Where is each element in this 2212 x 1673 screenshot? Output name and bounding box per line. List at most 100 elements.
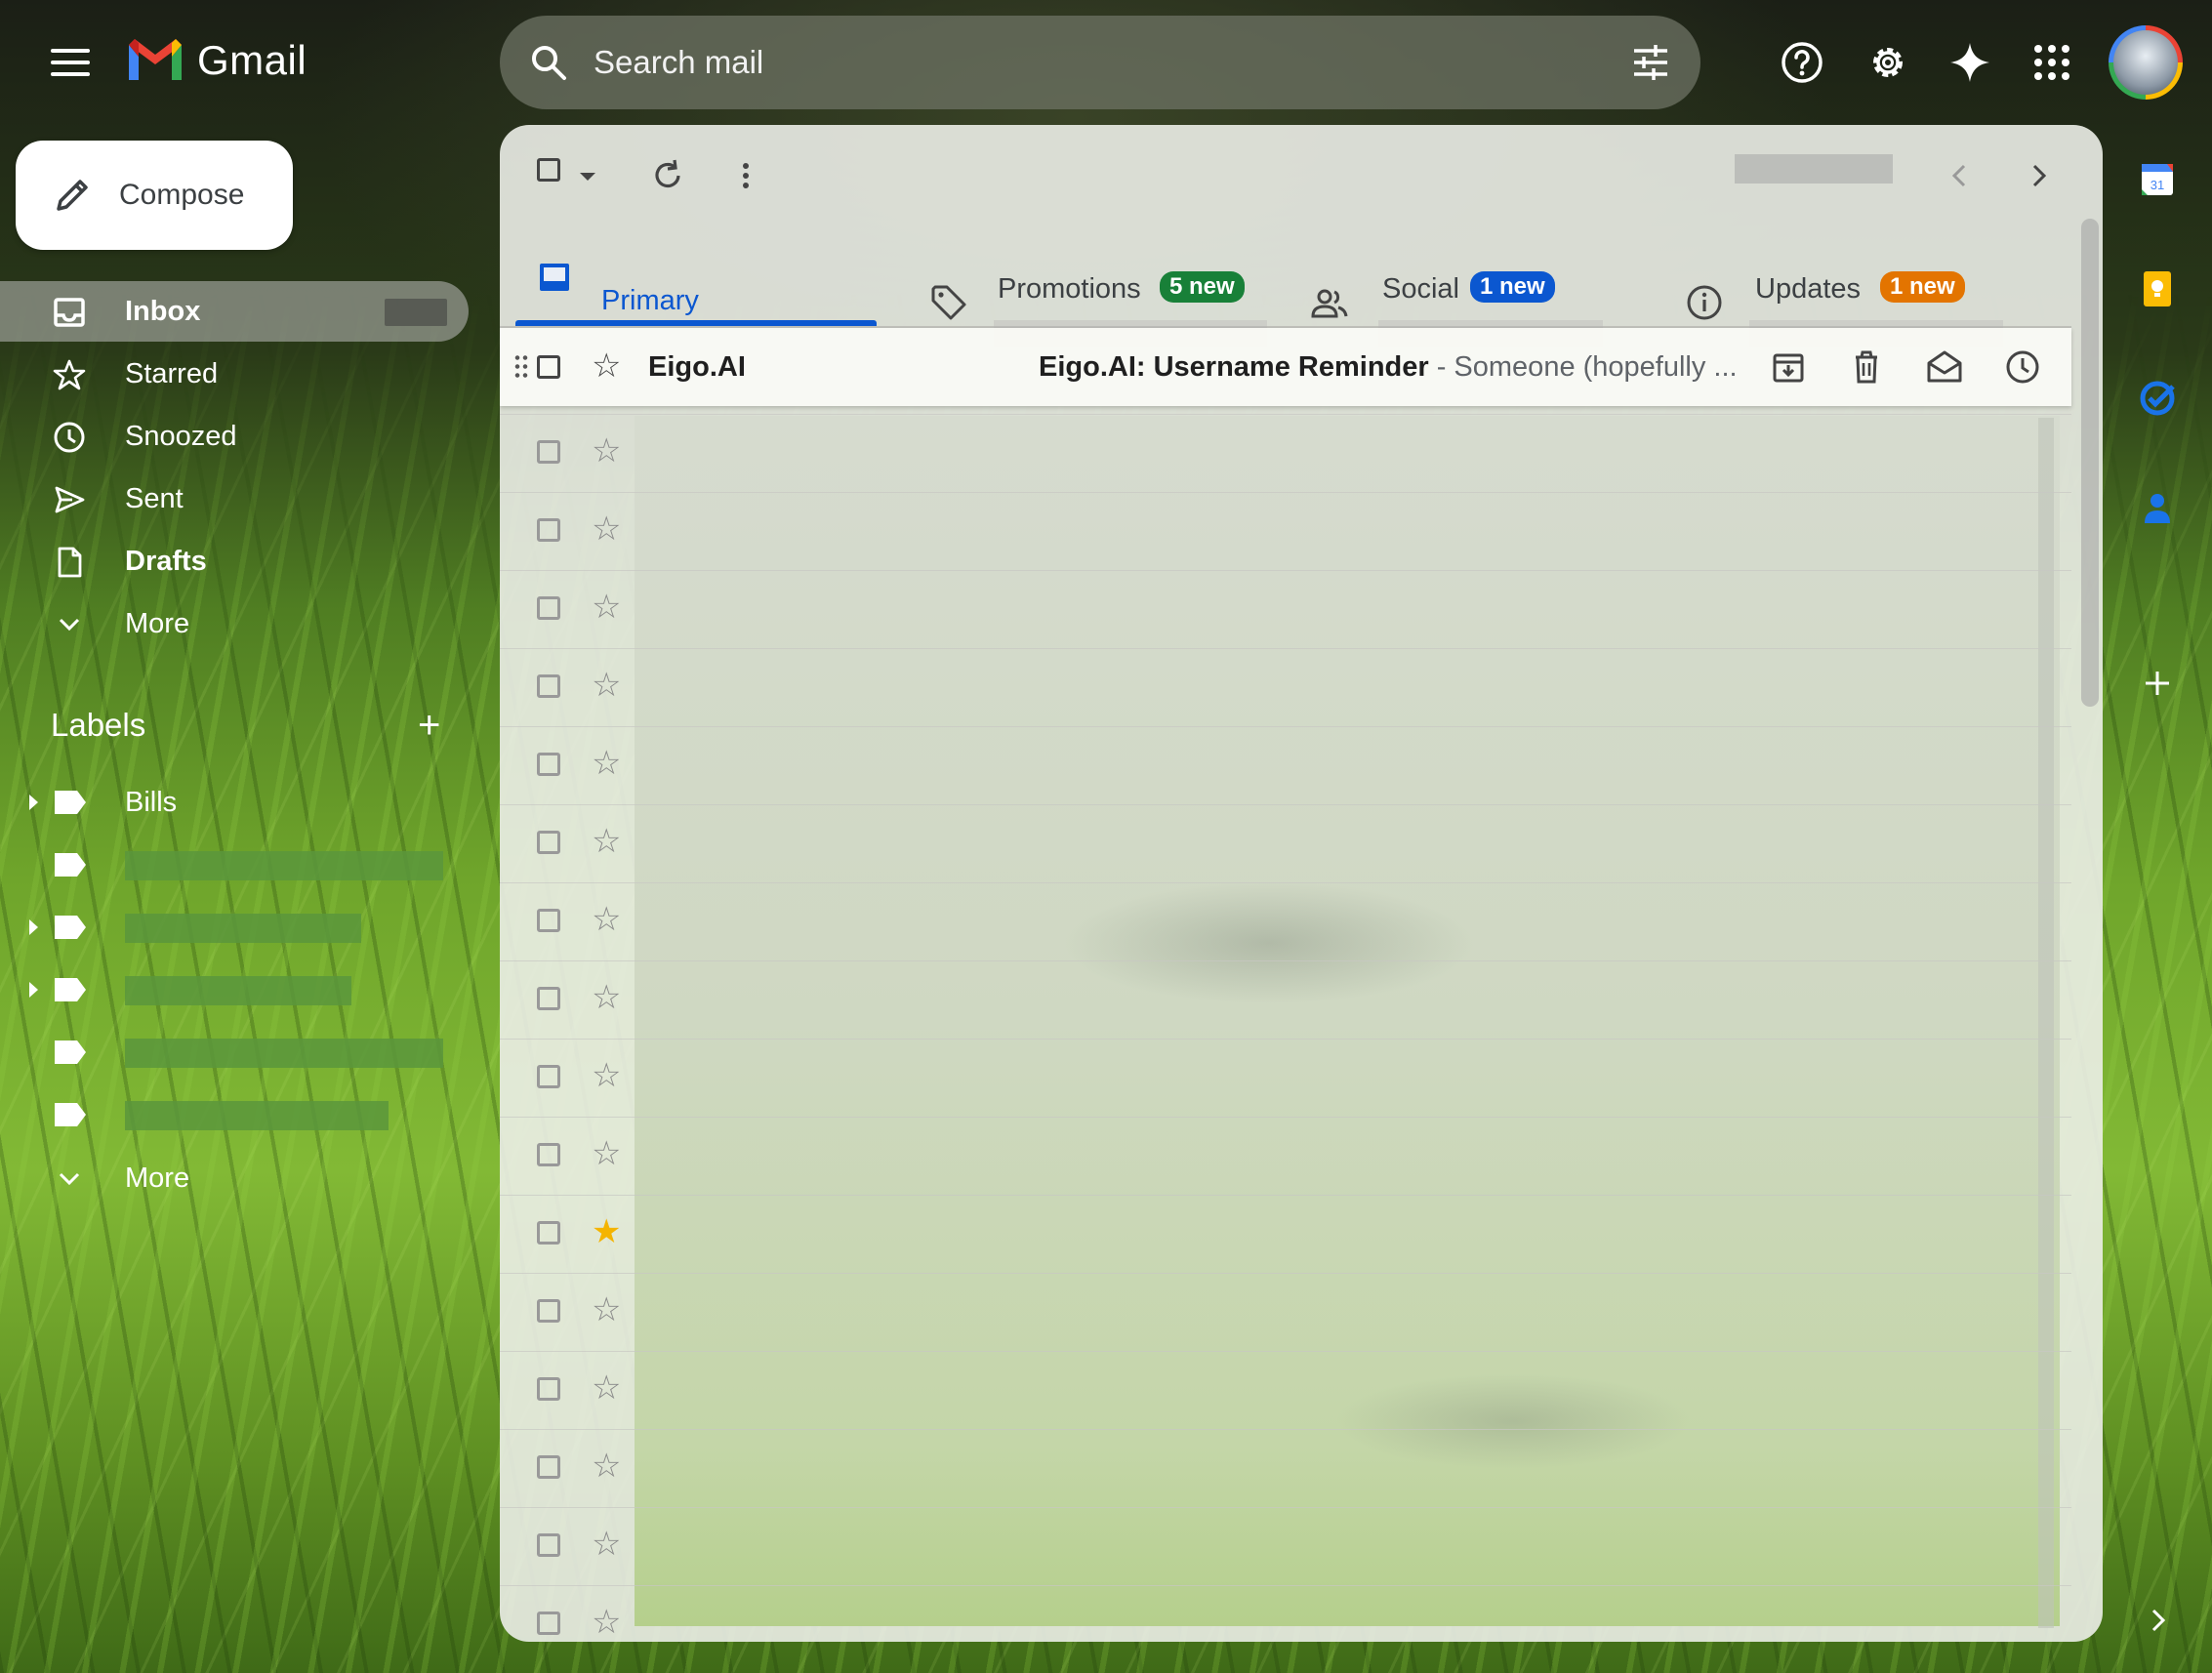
star-icon[interactable]: ☆ [592,1371,621,1405]
email-checkbox[interactable] [537,440,560,464]
chevron-down-icon [59,618,80,632]
email-row[interactable]: ★ [500,1195,2071,1274]
plus-icon[interactable]: + [418,706,440,745]
email-checkbox[interactable] [537,518,560,542]
main-menu-button[interactable] [45,43,96,82]
nav-item-sent[interactable]: Sent [0,469,469,529]
email-checkbox[interactable] [537,1221,560,1245]
email-row[interactable]: ☆ [500,570,2071,649]
search-icon [532,46,566,80]
apps-grid-icon[interactable] [2028,39,2075,86]
archive-icon[interactable] [1769,347,1808,387]
email-checkbox[interactable] [537,1533,560,1557]
star-icon[interactable]: ☆ [592,349,621,383]
expand-caret-icon[interactable] [29,919,38,935]
label-item-redacted[interactable] [0,1089,469,1144]
email-row[interactable]: ☆ [500,1273,2071,1352]
inbox-icon [540,264,569,291]
nav-item-drafts[interactable]: Drafts [0,531,469,592]
email-row[interactable]: ☆ [500,414,2071,493]
label-item-redacted[interactable] [0,964,469,1019]
label-item-redacted[interactable] [0,839,469,894]
email-checkbox[interactable] [537,1377,560,1401]
star-icon[interactable]: ☆ [592,1528,621,1561]
expand-caret-icon[interactable] [29,982,38,998]
star-icon[interactable]: ☆ [592,1606,621,1639]
settings-icon[interactable] [1864,39,1911,86]
email-checkbox[interactable] [537,1455,560,1479]
contacts-icon[interactable] [2138,488,2177,527]
star-icon[interactable]: ☆ [592,434,621,468]
star-icon[interactable]: ☆ [592,1293,621,1326]
plus-icon[interactable] [2138,664,2177,703]
labels-more[interactable]: More [0,1148,469,1208]
email-row[interactable]: ☆ [500,1507,2071,1586]
search-options-icon[interactable] [1630,43,1671,82]
nav-item-snoozed[interactable]: Snoozed [0,406,469,467]
app-title: Gmail [197,37,307,83]
email-row[interactable]: ☆ [500,804,2071,883]
email-sender: Eigo.AI [648,351,746,383]
gemini-icon[interactable] [1946,39,1993,86]
calendar-icon[interactable]: 31 [2138,160,2177,199]
nav-item-more[interactable]: More [0,593,469,654]
email-checkbox[interactable] [537,1065,560,1088]
keep-icon[interactable] [2138,269,2177,308]
help-icon[interactable] [1779,39,1825,86]
email-row[interactable]: ☆ [500,1585,2071,1642]
account-avatar[interactable] [2109,25,2183,100]
star-icon[interactable]: ☆ [592,981,621,1014]
email-checkbox[interactable] [537,831,560,854]
tab-promotions-label: Promotions [998,273,1141,305]
email-checkbox[interactable] [537,753,560,776]
email-checkbox[interactable] [537,1299,560,1323]
email-checkbox[interactable] [537,909,560,932]
nav-item-starred[interactable]: Starred [0,344,469,404]
email-checkbox[interactable] [537,596,560,620]
compose-button[interactable]: Compose [16,141,293,250]
email-row[interactable]: ☆ Eigo.AI Eigo.AI: Username Reminder - S… [500,328,2071,406]
email-row[interactable]: ☆ [500,1117,2071,1196]
label-item-redacted[interactable] [0,1027,469,1081]
expand-caret-icon[interactable] [29,795,38,810]
email-checkbox[interactable] [537,987,560,1010]
email-row[interactable]: ☆ [500,726,2071,805]
snooze-icon[interactable] [2003,347,2042,387]
email-checkbox[interactable] [537,1143,560,1166]
star-icon[interactable]: ☆ [592,903,621,936]
email-row[interactable]: ☆ [500,1039,2071,1118]
star-icon[interactable]: ☆ [592,512,621,546]
search-input[interactable] [592,43,1630,82]
tasks-icon[interactable] [2138,379,2177,418]
email-row[interactable]: ☆ [500,1351,2071,1430]
star-icon[interactable]: ☆ [592,591,621,624]
panel-scrollbar[interactable] [2081,219,2099,707]
label-item-redacted[interactable] [0,902,469,957]
email-checkbox[interactable] [537,1612,560,1635]
mark-read-icon[interactable] [1925,347,1964,387]
email-checkbox[interactable] [537,355,560,379]
email-row[interactable]: ☆ [500,882,2071,961]
gmail-logo[interactable]: Gmail [125,37,307,84]
star-icon[interactable]: ☆ [592,1059,621,1092]
star-icon[interactable]: ☆ [592,1449,621,1483]
label-item-bills[interactable]: Bills [0,777,469,832]
star-icon[interactable]: ☆ [592,825,621,858]
email-row[interactable]: ☆ [500,648,2071,727]
email-checkbox[interactable] [537,674,560,698]
chevron-right-icon[interactable] [2144,1601,2173,1640]
trash-icon[interactable] [1847,347,1886,387]
nav-item-inbox[interactable]: Inbox [0,281,469,342]
email-row[interactable]: ☆ [500,492,2071,571]
star-icon[interactable]: ☆ [592,747,621,780]
chevron-right-icon[interactable] [2019,156,2058,195]
search-bar[interactable] [500,16,1700,109]
email-row[interactable]: ☆ [500,1429,2071,1508]
starred-icon[interactable]: ★ [592,1215,621,1248]
star-icon[interactable]: ☆ [592,669,621,702]
email-row[interactable]: ☆ [500,960,2071,1040]
chevron-left-icon[interactable] [1941,156,1980,195]
tab-primary[interactable]: Primary [500,125,877,359]
drag-handle-icon[interactable] [513,353,529,381]
star-icon[interactable]: ☆ [592,1137,621,1170]
